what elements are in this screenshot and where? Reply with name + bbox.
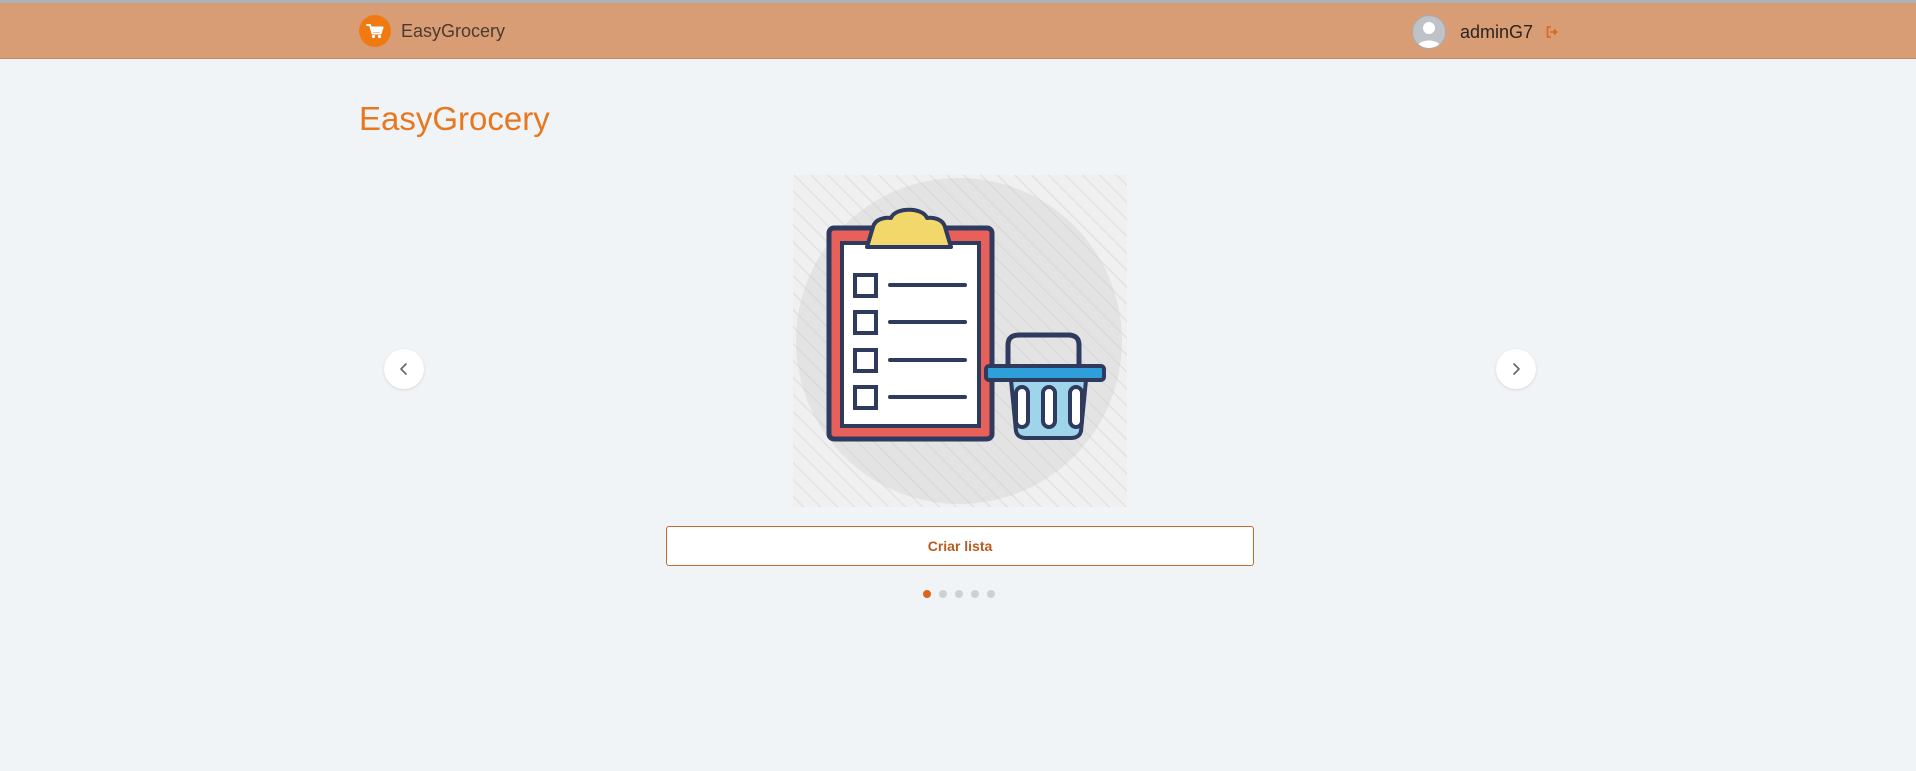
carousel-prev-button[interactable] — [384, 349, 424, 389]
carousel-next-button[interactable] — [1496, 349, 1536, 389]
shopping-cart-icon — [359, 15, 391, 47]
chevron-left-icon — [400, 363, 407, 375]
page-title: EasyGrocery — [359, 100, 550, 137]
username[interactable]: adminG7 — [1460, 22, 1533, 43]
chevron-right-icon — [1513, 363, 1520, 375]
carousel-dot-1[interactable] — [923, 590, 931, 598]
avatar[interactable] — [1412, 15, 1446, 49]
carousel-dot-4[interactable] — [971, 590, 979, 598]
logout-icon[interactable] — [1545, 25, 1559, 39]
brand-name: EasyGrocery — [401, 20, 506, 41]
navbar: EasyGrocery adminG7 — [0, 3, 1916, 59]
user-menu: adminG7 — [1412, 15, 1559, 49]
clipboard-checklist-basket-icon — [793, 175, 1127, 507]
carousel-slide-image — [793, 175, 1127, 507]
brand-link[interactable]: EasyGrocery — [359, 15, 505, 47]
carousel-dot-3[interactable] — [955, 590, 963, 598]
carousel-indicators — [923, 590, 1003, 598]
carousel-dot-2[interactable] — [939, 590, 947, 598]
carousel-dot-5[interactable] — [987, 590, 995, 598]
create-list-button[interactable]: Criar lista — [666, 526, 1254, 566]
